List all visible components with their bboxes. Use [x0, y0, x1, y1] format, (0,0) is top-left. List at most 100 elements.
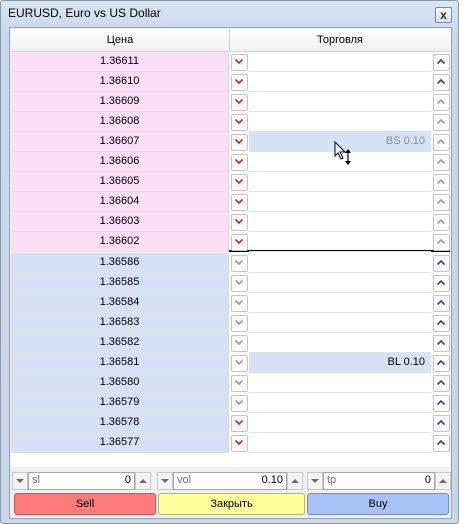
buy-at-price-button[interactable] — [433, 395, 450, 412]
price-cell[interactable]: 1.36609 — [11, 92, 229, 112]
sell-at-price-button[interactable] — [231, 375, 248, 392]
sell-at-price-button[interactable] — [231, 275, 248, 292]
trade-cell[interactable] — [249, 152, 431, 172]
price-cell[interactable]: 1.36584 — [11, 293, 229, 313]
tp-increase-button[interactable] — [435, 472, 451, 490]
vol-field[interactable]: vol — [173, 472, 287, 490]
price-cell[interactable]: 1.36581 — [11, 353, 229, 373]
sl-decrease-button[interactable] — [12, 472, 28, 490]
buy-at-price-button[interactable] — [433, 114, 450, 131]
dom-window: EURUSD, Euro vs US Dollar x Цена Торговл… — [0, 0, 459, 524]
price-cell[interactable]: 1.36583 — [11, 313, 229, 333]
buy-at-price-button[interactable] — [433, 134, 450, 151]
sl-increase-button[interactable] — [135, 472, 151, 490]
sell-at-price-button[interactable] — [231, 134, 248, 151]
pending-order-cell[interactable]: BS 0.10 — [249, 132, 431, 152]
chevron-up-icon — [437, 199, 445, 204]
sell-at-price-button[interactable] — [231, 255, 248, 272]
buy-at-price-button[interactable] — [433, 415, 450, 432]
sell-at-price-button[interactable] — [231, 395, 248, 412]
trade-cell[interactable] — [249, 172, 431, 192]
price-cell[interactable]: 1.36586 — [11, 253, 229, 273]
buy-at-price-button[interactable] — [433, 255, 450, 272]
tp-decrease-button[interactable] — [307, 472, 323, 490]
pending-order-cell[interactable]: BL 0.10 — [249, 353, 431, 373]
trade-cell[interactable] — [249, 232, 431, 252]
buy-at-price-button[interactable] — [433, 275, 450, 292]
trade-cell[interactable] — [249, 433, 431, 453]
price-cell[interactable]: 1.36602 — [11, 232, 229, 252]
buy-at-price-button[interactable] — [433, 194, 450, 211]
trade-cell[interactable] — [249, 92, 431, 112]
sell-at-price-button[interactable] — [231, 214, 248, 231]
buy-at-price-button[interactable] — [433, 335, 450, 352]
buy-at-price-button[interactable] — [433, 295, 450, 312]
trade-cell[interactable] — [249, 333, 431, 353]
buy-at-price-button[interactable] — [433, 74, 450, 91]
buy-at-price-button[interactable] — [433, 234, 450, 251]
buy-at-price-button[interactable] — [433, 214, 450, 231]
buy-at-price-button[interactable] — [433, 375, 450, 392]
sell-at-price-button[interactable] — [231, 435, 248, 452]
close-position-button[interactable]: Закрыть — [158, 493, 305, 515]
price-cell[interactable]: 1.36608 — [11, 112, 229, 132]
price-cell[interactable]: 1.36606 — [11, 152, 229, 172]
trade-cell[interactable] — [249, 112, 431, 132]
sell-at-price-button[interactable] — [231, 315, 248, 332]
sl-field[interactable]: sl — [28, 472, 135, 490]
sl-input[interactable] — [71, 474, 131, 486]
buy-at-price-button[interactable] — [433, 355, 450, 372]
sell-at-price-button[interactable] — [231, 194, 248, 211]
buy-at-price-button[interactable] — [433, 435, 450, 452]
trade-cell[interactable] — [249, 313, 431, 333]
buy-button[interactable]: Buy — [307, 493, 449, 515]
trade-cell[interactable] — [249, 293, 431, 313]
sell-at-price-button[interactable] — [231, 174, 248, 191]
vol-increase-button[interactable] — [287, 472, 303, 490]
sell-button[interactable]: Sell — [14, 493, 156, 515]
sell-at-price-button[interactable] — [231, 54, 248, 71]
tp-input[interactable] — [371, 474, 431, 486]
trade-cell[interactable] — [249, 72, 431, 92]
price-cell[interactable]: 1.36580 — [11, 373, 229, 393]
sell-at-price-button[interactable] — [231, 355, 248, 372]
trade-cell[interactable] — [249, 192, 431, 212]
price-cell[interactable]: 1.36604 — [11, 192, 229, 212]
close-window-button[interactable]: x — [435, 7, 452, 23]
price-cell[interactable]: 1.36577 — [11, 433, 229, 453]
trade-cell[interactable] — [249, 413, 431, 433]
trade-cell[interactable] — [249, 393, 431, 413]
vol-input[interactable] — [223, 474, 283, 486]
trade-cell[interactable] — [249, 52, 431, 72]
price-cell[interactable]: 1.36603 — [11, 212, 229, 232]
price-cell[interactable]: 1.36610 — [11, 72, 229, 92]
sell-at-price-button[interactable] — [231, 234, 248, 251]
trade-cell[interactable] — [249, 273, 431, 293]
trade-cell[interactable] — [249, 212, 431, 232]
trade-cell[interactable] — [249, 373, 431, 393]
vol-decrease-button[interactable] — [157, 472, 173, 490]
sell-at-price-button[interactable] — [231, 415, 248, 432]
buy-at-price-button[interactable] — [433, 315, 450, 332]
buy-at-price-button[interactable] — [433, 54, 450, 71]
price-cell[interactable]: 1.36611 — [11, 52, 229, 72]
sell-at-price-button[interactable] — [231, 74, 248, 91]
price-cell[interactable]: 1.36582 — [11, 333, 229, 353]
buy-at-price-button[interactable] — [433, 174, 450, 191]
sell-at-price-button[interactable] — [231, 295, 248, 312]
sell-at-price-button[interactable] — [231, 335, 248, 352]
bid-price-row: 1.36583 — [11, 313, 450, 333]
trade-cell[interactable] — [249, 253, 431, 273]
price-cell[interactable]: 1.36605 — [11, 172, 229, 192]
price-cell[interactable]: 1.36578 — [11, 413, 229, 433]
title-bar[interactable]: EURUSD, Euro vs US Dollar x — [1, 1, 458, 27]
sell-at-price-button[interactable] — [231, 94, 248, 111]
sell-at-price-button[interactable] — [231, 154, 248, 171]
buy-at-price-button[interactable] — [433, 94, 450, 111]
price-cell[interactable]: 1.36585 — [11, 273, 229, 293]
buy-at-price-button[interactable] — [433, 154, 450, 171]
sell-at-price-button[interactable] — [231, 114, 248, 131]
tp-field[interactable]: tp — [323, 472, 435, 490]
price-cell[interactable]: 1.36579 — [11, 393, 229, 413]
price-cell[interactable]: 1.36607 — [11, 132, 229, 152]
